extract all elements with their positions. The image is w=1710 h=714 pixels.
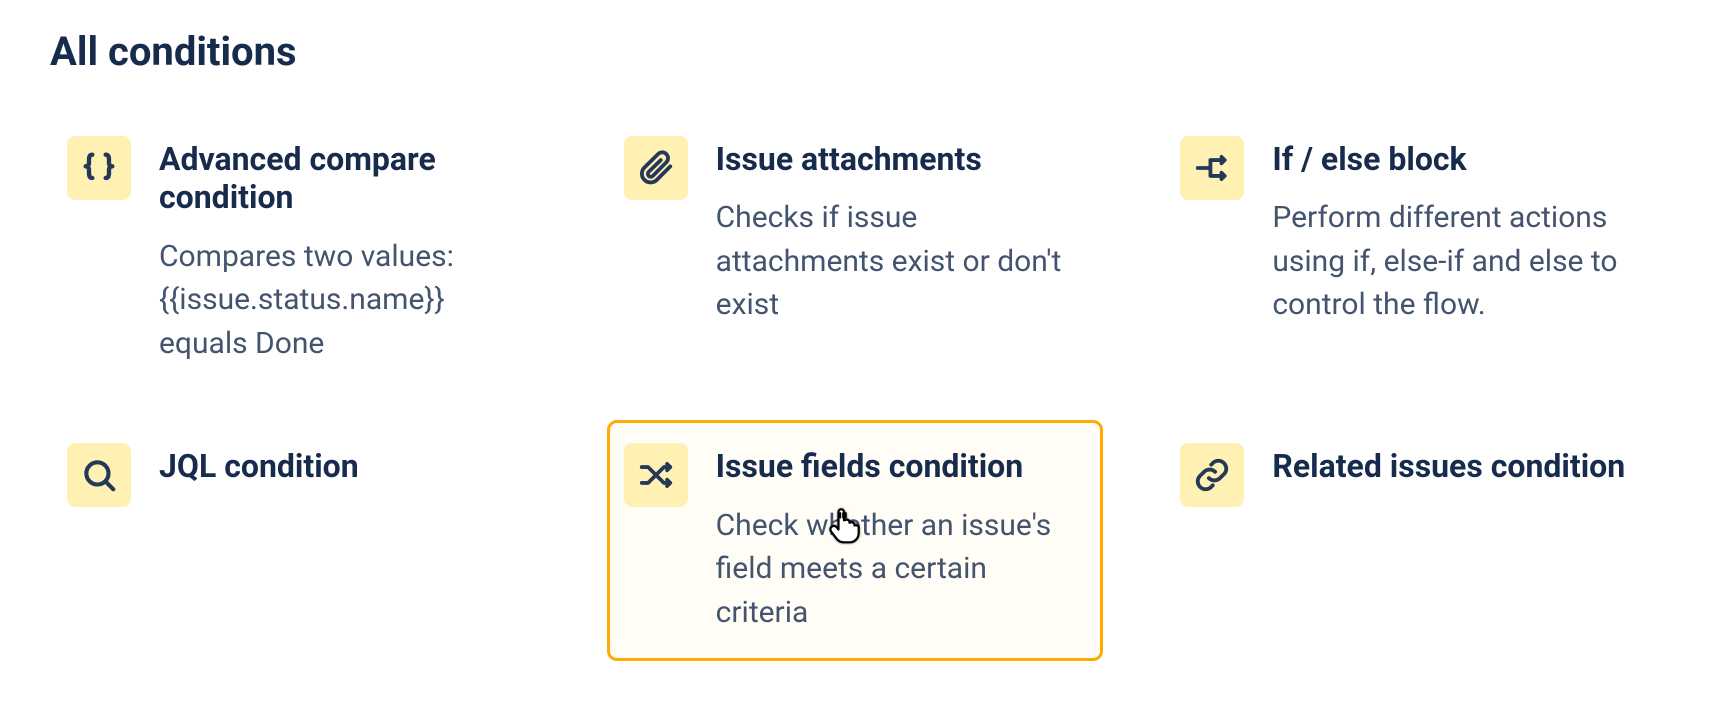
condition-card-issue-attachments[interactable]: Issue attachments Checks if issue attachm…	[607, 113, 1104, 354]
branch-icon	[1180, 136, 1244, 200]
card-description: Check whether an issue's field meets a c…	[716, 504, 1081, 635]
card-title: Issue attachments	[716, 140, 1081, 178]
card-title: If / else block	[1272, 140, 1637, 178]
section-heading: All conditions	[50, 28, 1660, 75]
card-title: Issue fields condition	[716, 447, 1081, 485]
clip-icon	[624, 136, 688, 200]
condition-card-advanced-compare-condition[interactable]: Advanced compare condition Compares two v…	[50, 113, 547, 392]
condition-card-if-else-block[interactable]: If / else block Perform different actions…	[1163, 113, 1660, 354]
condition-card-related-issues-condition[interactable]: Related issues condition	[1163, 420, 1660, 534]
card-title: JQL condition	[159, 447, 524, 485]
condition-card-issue-fields-condition[interactable]: Issue fields condition Check whether an i…	[607, 420, 1104, 661]
braces-icon	[67, 136, 131, 200]
card-title: Related issues condition	[1272, 447, 1637, 485]
shuffle-icon	[624, 443, 688, 507]
card-description: Perform different actions using if, else…	[1272, 196, 1637, 327]
condition-card-jql-condition[interactable]: JQL condition	[50, 420, 547, 534]
card-description: Checks if issue attachments exist or don…	[716, 196, 1081, 327]
card-title: Advanced compare condition	[159, 140, 524, 217]
search-icon	[67, 443, 131, 507]
conditions-grid: Advanced compare condition Compares two v…	[50, 113, 1660, 661]
card-description: Compares two values: {{issue.status.name…	[159, 235, 524, 366]
link-icon	[1180, 443, 1244, 507]
